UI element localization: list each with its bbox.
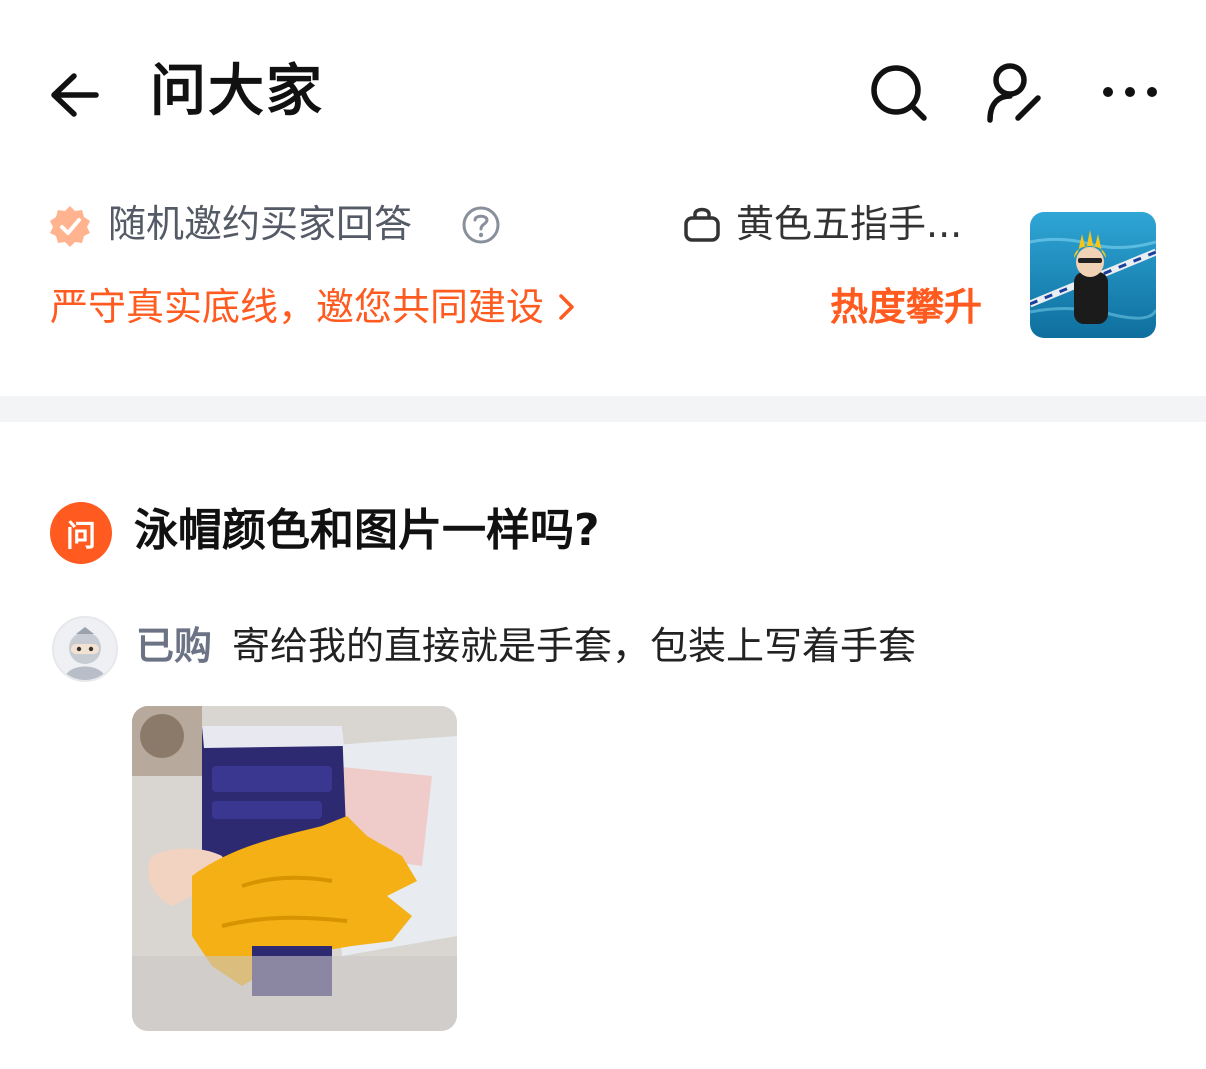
page-title: 问大家 (150, 59, 324, 124)
question-text[interactable]: 泳帽颜色和图片一样吗? (134, 500, 600, 562)
bought-tag: 已购 (136, 624, 213, 668)
back-button[interactable] (44, 62, 110, 128)
search-button[interactable] (866, 60, 930, 124)
slogan-text: 严守真实底线，邀您共同建设 (50, 285, 545, 329)
question-mark-icon (462, 206, 500, 244)
question-badge: 问 (50, 502, 112, 564)
more-icon (1103, 87, 1157, 97)
user-edit-button[interactable] (982, 60, 1046, 124)
help-button[interactable] (460, 204, 502, 246)
user-edit-icon (987, 63, 1041, 123)
answer-photo[interactable] (132, 706, 457, 1031)
back-arrow-icon (51, 73, 99, 117)
chevron-right-icon (559, 294, 574, 320)
hot-trend-label: 热度攀升 (830, 285, 983, 329)
answer-text: 寄给我的直接就是手套，包装上写着手套 (232, 624, 917, 668)
search-icon (871, 65, 927, 121)
product-thumbnail[interactable] (1030, 212, 1156, 338)
shopping-bag-icon (682, 204, 722, 244)
section-divider (0, 396, 1206, 422)
slogan-link[interactable]: 严守真实底线，邀您共同建设 (50, 280, 578, 334)
verified-badge-icon (48, 204, 92, 248)
more-button[interactable] (1098, 60, 1162, 124)
avatar (52, 616, 118, 682)
invite-label: 随机邀约买家回答 (108, 202, 413, 246)
default-avatar-icon (54, 618, 116, 680)
product-name-link[interactable]: 黄色五指手... (736, 198, 962, 250)
